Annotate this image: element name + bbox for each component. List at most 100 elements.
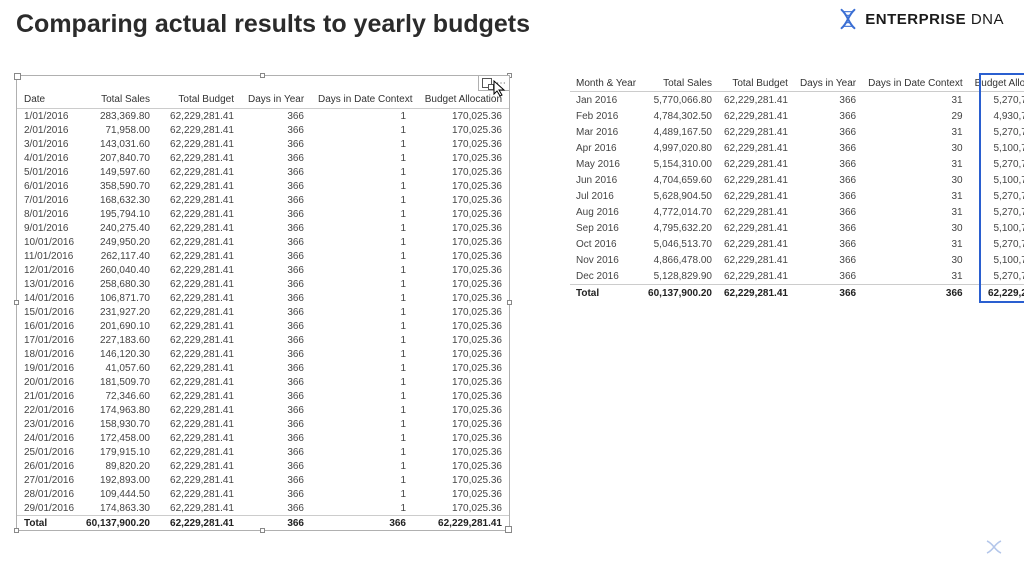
cell-alloc: 170,025.36	[413, 319, 509, 333]
table-row[interactable]: Nov 20164,866,478.0062,229,281.41366305,…	[570, 252, 1024, 268]
table-row[interactable]: 9/01/2016240,275.4062,229,281.413661170,…	[17, 221, 509, 235]
cell-dctx: 1	[311, 137, 413, 151]
cell-alloc: 4,930,735.41	[969, 108, 1024, 124]
table-row[interactable]: 7/01/2016168,632.3062,229,281.413661170,…	[17, 193, 509, 207]
col-days-in-year: Days in Year	[241, 76, 311, 109]
cell-budget: 62,229,281.41	[157, 235, 241, 249]
cell-dctx: 30	[862, 220, 969, 236]
cell-sales: 106,871.70	[79, 291, 157, 305]
cell-sales: 4,866,478.00	[642, 252, 718, 268]
cell-diy: 366	[241, 109, 311, 123]
table-row[interactable]: Dec 20165,128,829.9062,229,281.41366315,…	[570, 268, 1024, 285]
monthly-table[interactable]: Month & Year Total Sales Total Budget Da…	[570, 75, 1024, 301]
cell-dctx: 30	[862, 252, 969, 268]
cell-budget: 62,229,281.41	[718, 172, 794, 188]
daily-table-visual[interactable]: Date Total Sales Total Budget Days in Ye…	[16, 75, 510, 531]
cell-date: 14/01/2016	[17, 291, 79, 305]
cell-budget: 62,229,281.41	[157, 207, 241, 221]
cell-sales: 174,863.30	[79, 501, 157, 515]
table-row[interactable]: Aug 20164,772,014.7062,229,281.41366315,…	[570, 204, 1024, 220]
table-row[interactable]: 21/01/201672,346.6062,229,281.413661170,…	[17, 389, 509, 403]
cell-diy: 366	[794, 124, 862, 140]
cell-budget: 62,229,281.41	[718, 204, 794, 220]
cell-dctx: 1	[311, 291, 413, 305]
cell-diy: 366	[241, 305, 311, 319]
cell-dctx: 31	[862, 156, 969, 172]
table-row[interactable]: Jul 20165,628,904.5062,229,281.41366315,…	[570, 188, 1024, 204]
table-row[interactable]: Feb 20164,784,302.5062,229,281.41366294,…	[570, 108, 1024, 124]
table-row[interactable]: 3/01/2016143,031.6062,229,281.413661170,…	[17, 137, 509, 151]
cell-date: 2/01/2016	[17, 123, 79, 137]
table-row[interactable]: 12/01/2016260,040.4062,229,281.413661170…	[17, 263, 509, 277]
cell-dctx: 1	[311, 221, 413, 235]
visual-toolbar[interactable]	[478, 75, 510, 91]
cell-sales: 41,057.60	[79, 361, 157, 375]
table-row[interactable]: Oct 20165,046,513.7062,229,281.41366315,…	[570, 236, 1024, 252]
table-row[interactable]: 24/01/2016172,458.0062,229,281.413661170…	[17, 431, 509, 445]
table-row[interactable]: 2/01/201671,958.0062,229,281.413661170,0…	[17, 123, 509, 137]
table-row[interactable]: 11/01/2016262,117.4062,229,281.413661170…	[17, 249, 509, 263]
cell-sales: 179,915.10	[79, 445, 157, 459]
cell-date: 26/01/2016	[17, 459, 79, 473]
cell-sales: 4,997,020.80	[642, 140, 718, 156]
cell-date: 18/01/2016	[17, 347, 79, 361]
table-row[interactable]: 6/01/2016358,590.7062,229,281.413661170,…	[17, 179, 509, 193]
cell-m: Aug 2016	[570, 204, 642, 220]
table-row[interactable]: 5/01/2016149,597.6062,229,281.413661170,…	[17, 165, 509, 179]
cell-diy: 366	[794, 108, 862, 124]
table-row[interactable]: 22/01/2016174,963.8062,229,281.413661170…	[17, 403, 509, 417]
cell-alloc: 170,025.36	[413, 473, 509, 487]
table-row[interactable]: May 20165,154,310.0062,229,281.41366315,…	[570, 156, 1024, 172]
table-row[interactable]: 14/01/2016106,871.7062,229,281.413661170…	[17, 291, 509, 305]
cell-sales: 260,040.40	[79, 263, 157, 277]
table-row[interactable]: Mar 20164,489,167.5062,229,281.41366315,…	[570, 124, 1024, 140]
cell-sales: 207,840.70	[79, 151, 157, 165]
cell-sales: 89,820.20	[79, 459, 157, 473]
cell-budget: 62,229,281.41	[157, 263, 241, 277]
daily-header: Date Total Sales Total Budget Days in Ye…	[17, 76, 509, 109]
cell-m: Dec 2016	[570, 268, 642, 285]
table-row[interactable]: 18/01/2016146,120.3062,229,281.413661170…	[17, 347, 509, 361]
table-row[interactable]: 17/01/2016227,183.6062,229,281.413661170…	[17, 333, 509, 347]
cell-date: 9/01/2016	[17, 221, 79, 235]
brand-text: ENTERPRISE DNA	[865, 11, 1004, 28]
cell-dctx: 1	[311, 459, 413, 473]
table-row[interactable]: 20/01/2016181,509.7062,229,281.413661170…	[17, 375, 509, 389]
cell-diy: 366	[241, 347, 311, 361]
table-row[interactable]: 1/01/2016283,369.8062,229,281.413661170,…	[17, 109, 509, 123]
cell-sales: 201,690.10	[79, 319, 157, 333]
cell-dctx: 1	[311, 235, 413, 249]
table-row[interactable]: 13/01/2016258,680.3062,229,281.413661170…	[17, 277, 509, 291]
cell-dctx: 1	[311, 403, 413, 417]
table-row[interactable]: 25/01/2016179,915.1062,229,281.413661170…	[17, 445, 509, 459]
table-row[interactable]: 15/01/2016231,927.2062,229,281.413661170…	[17, 305, 509, 319]
cell-budget: 62,229,281.41	[157, 221, 241, 235]
table-row[interactable]: 10/01/2016249,950.2062,229,281.413661170…	[17, 235, 509, 249]
table-row[interactable]: 4/01/2016207,840.7062,229,281.413661170,…	[17, 151, 509, 165]
cell-budget: 62,229,281.41	[718, 220, 794, 236]
cell-budget: 62,229,281.41	[157, 501, 241, 515]
more-options-icon[interactable]	[496, 78, 506, 88]
table-row[interactable]: 28/01/2016109,444.5062,229,281.413661170…	[17, 487, 509, 501]
cell-dctx: 1	[311, 487, 413, 501]
table-row[interactable]: 26/01/201689,820.2062,229,281.413661170,…	[17, 459, 509, 473]
table-row[interactable]: Apr 20164,997,020.8062,229,281.41366305,…	[570, 140, 1024, 156]
table-row[interactable]: 29/01/2016174,863.3062,229,281.413661170…	[17, 501, 509, 515]
cell-diy: 366	[241, 207, 311, 221]
table-row[interactable]: 16/01/2016201,690.1062,229,281.413661170…	[17, 319, 509, 333]
table-row[interactable]: 23/01/2016158,930.7062,229,281.413661170…	[17, 417, 509, 431]
table-row[interactable]: Jun 20164,704,659.6062,229,281.41366305,…	[570, 172, 1024, 188]
focus-mode-icon[interactable]	[482, 78, 492, 88]
table-row[interactable]: Sep 20164,795,632.2062,229,281.41366305,…	[570, 220, 1024, 236]
col-days-in-context: Days in Date Context	[311, 76, 413, 109]
cell-sales: 262,117.40	[79, 249, 157, 263]
table-row[interactable]: 27/01/2016192,893.0062,229,281.413661170…	[17, 473, 509, 487]
cell-dctx: 1	[311, 263, 413, 277]
cell-sales: 4,784,302.50	[642, 108, 718, 124]
table-row[interactable]: 8/01/2016195,794.1062,229,281.413661170,…	[17, 207, 509, 221]
daily-table[interactable]: Date Total Sales Total Budget Days in Ye…	[17, 76, 509, 530]
table-row[interactable]: 19/01/201641,057.6062,229,281.413661170,…	[17, 361, 509, 375]
cell-diy: 366	[241, 417, 311, 431]
cell-m: Jun 2016	[570, 172, 642, 188]
table-row[interactable]: Jan 20165,770,066.8062,229,281.41366315,…	[570, 92, 1024, 109]
